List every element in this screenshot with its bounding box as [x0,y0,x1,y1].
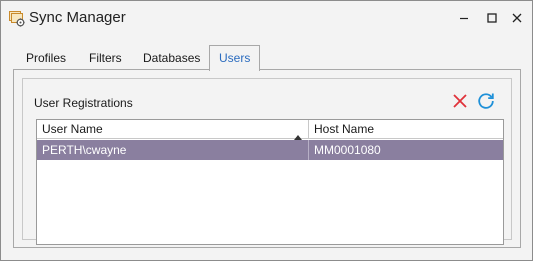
title-bar: Sync Manager [1,1,532,35]
tab-databases[interactable]: Databases [134,45,209,69]
window-title: Sync Manager [29,9,126,26]
maximize-button[interactable] [480,7,504,29]
column-header-label: User Name [42,122,103,136]
close-button[interactable] [505,7,529,29]
section-title: User Registrations [34,96,133,110]
column-header-host-name[interactable]: Host Name [309,120,503,139]
minimize-icon [459,13,469,23]
user-registrations-grid[interactable]: User Name Host Name PERTH\cwayne MM00010… [36,119,504,245]
refresh-button[interactable] [476,92,496,112]
tab-filters[interactable]: Filters [80,45,131,69]
minimize-button[interactable] [452,7,476,29]
delete-button[interactable] [450,92,470,112]
grid-header: User Name Host Name [37,120,503,140]
cell-host-name: MM0001080 [314,143,381,157]
tab-users[interactable]: Users [209,45,261,71]
table-row[interactable]: PERTH\cwayne MM0001080 [37,140,503,160]
sync-manager-window: Sync Manager Profiles Filters Databases … [0,0,533,261]
user-registrations-group: User Registrations User Name Host Name P… [22,78,512,245]
users-tab-panel: User Registrations User Name Host Name P… [13,69,521,248]
maximize-icon [487,13,497,23]
column-header-user-name[interactable]: User Name [37,120,309,140]
tab-strip: Profiles Filters Databases Users [13,45,521,71]
refresh-icon [477,92,495,113]
delete-x-icon [452,93,468,112]
cell-user-name: PERTH\cwayne [37,140,309,160]
tab-profiles[interactable]: Profiles [17,45,75,69]
column-header-label: Host Name [314,122,375,136]
close-icon [512,13,522,23]
sync-manager-app-icon [8,9,26,27]
